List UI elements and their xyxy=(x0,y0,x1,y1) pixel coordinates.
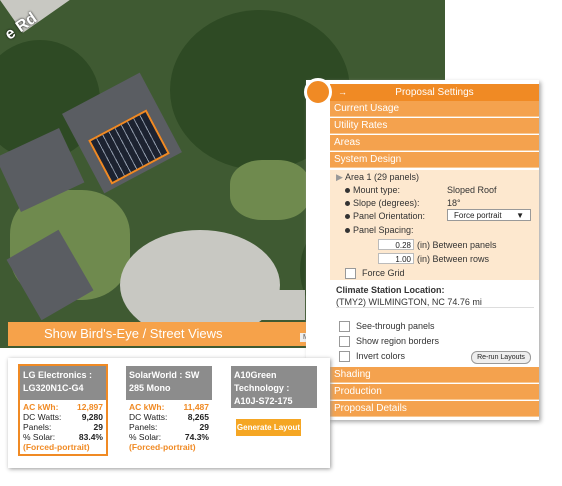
section-production[interactable]: Production xyxy=(330,384,539,400)
mount-type-row: Mount type: xyxy=(345,185,400,195)
rerun-layouts-button[interactable]: Re-run Layouts xyxy=(471,351,531,364)
card-header: SolarWorld : SW 285 Mono xyxy=(126,366,212,400)
section-areas[interactable]: Areas xyxy=(330,135,539,151)
orientation-row: Panel Orientation: xyxy=(345,211,425,221)
invert-colors-row[interactable]: Invert colors xyxy=(339,351,405,363)
slope-row: Slope (degrees): xyxy=(345,198,420,208)
solar-value: 83.4% xyxy=(78,432,103,442)
area-label: Area 1 (29 panels) xyxy=(344,172,419,182)
section-proposal-details[interactable]: Proposal Details xyxy=(330,401,539,417)
dropdown-arrow-icon: ▼ xyxy=(516,211,524,220)
card-header: LG Electronics : LG320N1C-G4 xyxy=(20,366,106,400)
between-rows-input[interactable]: 1.00 xyxy=(378,253,414,264)
region-borders-checkbox[interactable] xyxy=(339,336,350,348)
section-utility-rates[interactable]: Utility Rates xyxy=(330,118,539,134)
solar-value: 74.3% xyxy=(184,432,209,442)
card-note: (Forced-portrait) xyxy=(129,442,196,452)
climate-value: (TMY2) WILMINGTON, NC 74.76 mi xyxy=(336,297,482,307)
card-header: A10Green Technology : A10J-S72-175 xyxy=(231,366,317,408)
triangle-icon: ▶ xyxy=(336,172,343,182)
invert-colors-checkbox[interactable] xyxy=(339,351,350,363)
see-through-checkbox[interactable] xyxy=(339,321,350,333)
panels-value: 29 xyxy=(199,422,209,432)
divider xyxy=(336,307,534,308)
panel-title: Proposal Settings xyxy=(330,84,539,101)
between-panels-label: (in) Between panels xyxy=(417,240,497,250)
generate-layout-button[interactable]: Generate Layout xyxy=(236,419,301,436)
ac-kwh-value: 12,897 xyxy=(77,402,103,412)
area-row[interactable]: ▶ Area 1 (29 panels) xyxy=(336,172,419,183)
road-label: e Rd xyxy=(1,9,41,44)
climate-label: Climate Station Location: xyxy=(336,285,445,295)
layout-card-lg[interactable]: LG Electronics : LG320N1C-G4 AC kWh: 12,8… xyxy=(18,364,108,456)
gear-icon[interactable] xyxy=(304,78,332,106)
region-borders-row[interactable]: Show region borders xyxy=(339,336,439,348)
spacing-row: Panel Spacing: xyxy=(345,225,414,235)
section-current-usage[interactable]: Current Usage xyxy=(330,101,539,117)
birds-eye-button[interactable]: Show Bird's-Eye / Street Views xyxy=(8,322,333,346)
slope-value: 18° xyxy=(447,198,461,208)
force-grid-checkbox[interactable] xyxy=(345,268,356,280)
layout-card-a10green[interactable]: A10Green Technology : A10J-S72-175 xyxy=(231,366,317,408)
force-grid-row[interactable]: Force Grid xyxy=(345,268,405,280)
pin-icon[interactable]: → xyxy=(338,87,347,97)
section-system-design[interactable]: System Design xyxy=(330,152,539,168)
orientation-select[interactable]: Force portrait ▼ xyxy=(447,209,531,221)
between-panels-input[interactable]: 0.28 xyxy=(378,239,414,250)
dc-watts-value: 9,280 xyxy=(81,412,103,422)
card-note: (Forced-portrait) xyxy=(23,442,90,452)
ac-kwh-value: 11,487 xyxy=(183,402,209,412)
panels-value: 29 xyxy=(93,422,103,432)
section-shading[interactable]: Shading xyxy=(330,367,539,383)
mount-type-value: Sloped Roof xyxy=(447,185,497,195)
dc-watts-value: 8,265 xyxy=(187,412,209,422)
layout-card-solarworld[interactable]: SolarWorld : SW 285 Mono AC kWh: 11,487 D… xyxy=(126,366,212,454)
see-through-row[interactable]: See-through panels xyxy=(339,321,435,333)
between-rows-label: (in) Between rows xyxy=(417,254,490,264)
